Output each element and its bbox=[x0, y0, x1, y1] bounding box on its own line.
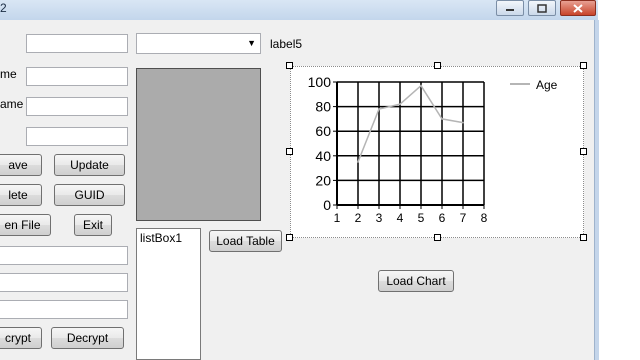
load-table-button[interactable]: Load Table bbox=[209, 230, 282, 252]
text-field-6[interactable] bbox=[0, 273, 128, 292]
minimize-icon bbox=[506, 9, 514, 11]
resize-handle[interactable] bbox=[286, 62, 293, 69]
resize-handle[interactable] bbox=[580, 148, 587, 155]
encrypt-button[interactable]: crypt bbox=[0, 327, 42, 349]
update-button[interactable]: Update bbox=[54, 154, 125, 176]
chevron-down-icon[interactable]: ▼ bbox=[247, 38, 256, 48]
list-box[interactable]: listBox1 bbox=[136, 228, 201, 360]
minimize-button[interactable] bbox=[496, 0, 524, 16]
desktop-background bbox=[599, 0, 640, 360]
resize-handle[interactable] bbox=[286, 234, 293, 241]
resize-handle[interactable] bbox=[580, 62, 587, 69]
resize-handle[interactable] bbox=[580, 234, 587, 241]
picture-box bbox=[136, 68, 261, 221]
resize-handle[interactable] bbox=[434, 62, 441, 69]
save-button[interactable]: ave bbox=[0, 154, 42, 176]
close-button[interactable] bbox=[560, 0, 596, 16]
delete-button[interactable]: lete bbox=[0, 184, 42, 206]
window-title: 2 bbox=[0, 1, 7, 15]
text-field-7[interactable] bbox=[0, 300, 128, 319]
combo-box[interactable]: ▼ bbox=[136, 33, 261, 54]
text-field-4[interactable] bbox=[26, 127, 128, 146]
first-name-field[interactable] bbox=[26, 67, 128, 86]
chart-selection-border bbox=[290, 66, 584, 238]
resize-handle[interactable] bbox=[434, 234, 441, 241]
load-chart-button[interactable]: Load Chart bbox=[378, 270, 454, 292]
text-field-5[interactable] bbox=[0, 246, 128, 265]
maximize-icon bbox=[537, 3, 547, 13]
close-icon bbox=[573, 3, 583, 13]
label5: label5 bbox=[270, 37, 303, 51]
decrypt-button[interactable]: Decrypt bbox=[51, 327, 124, 349]
resize-handle[interactable] bbox=[286, 148, 293, 155]
guid-button[interactable]: GUID bbox=[54, 184, 125, 206]
last-name-label: ame bbox=[0, 97, 24, 111]
exit-button[interactable]: Exit bbox=[74, 214, 112, 236]
maximize-button[interactable] bbox=[528, 0, 556, 16]
last-name-field[interactable] bbox=[26, 97, 128, 116]
title-bar: 2 bbox=[0, 0, 598, 20]
first-name-label: me bbox=[0, 67, 17, 81]
text-field-1[interactable] bbox=[26, 34, 128, 53]
open-file-button[interactable]: en File bbox=[0, 214, 51, 236]
list-item[interactable]: listBox1 bbox=[140, 231, 182, 245]
